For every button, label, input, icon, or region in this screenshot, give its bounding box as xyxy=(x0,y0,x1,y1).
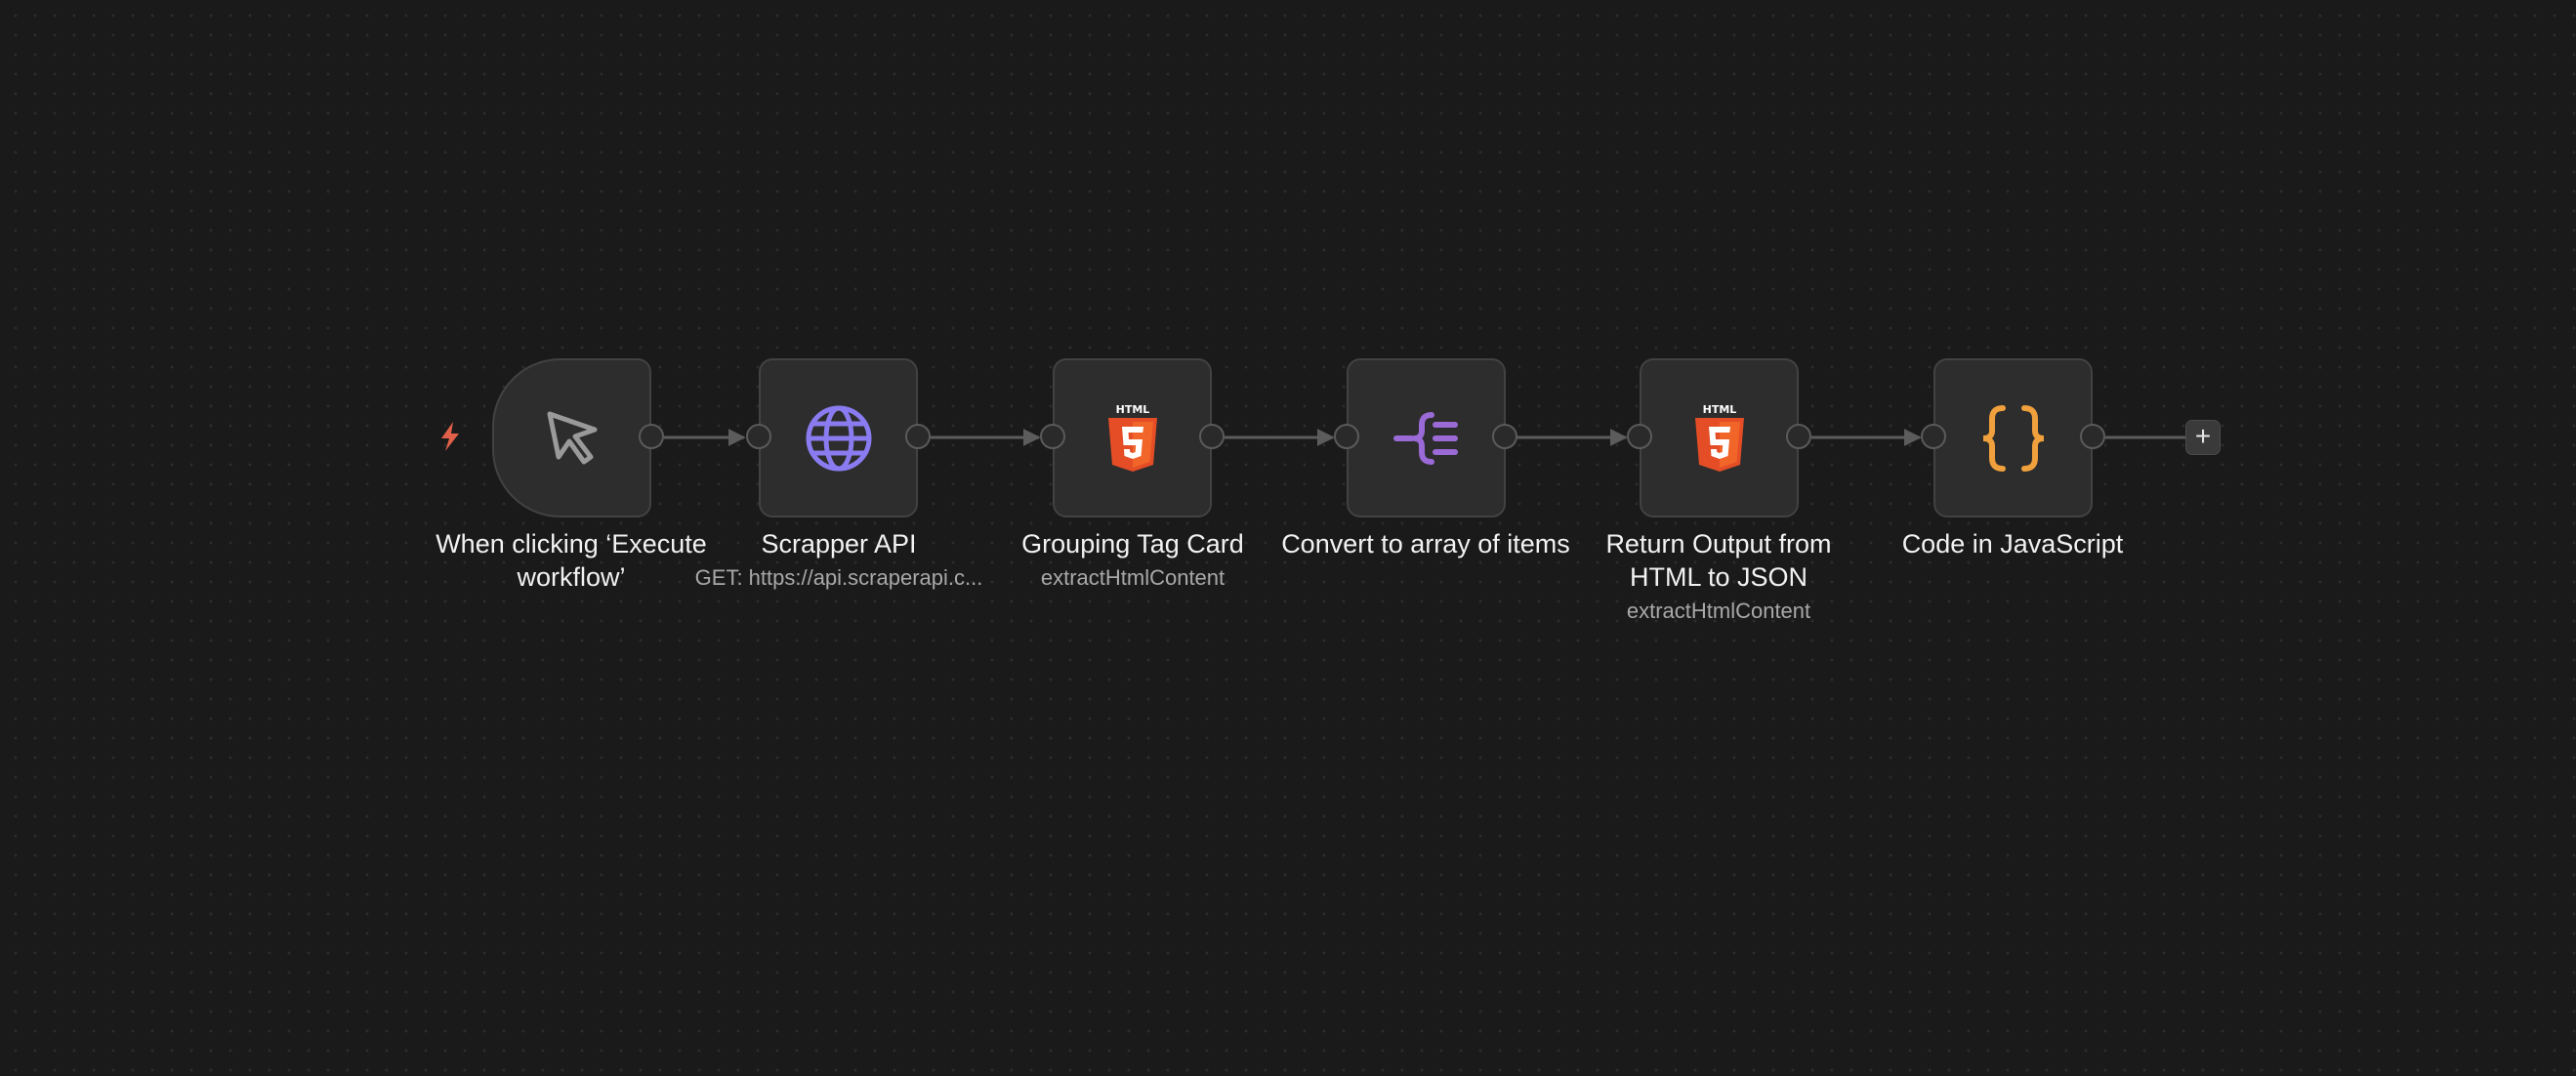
svg-text:HTML: HTML xyxy=(1702,403,1736,416)
node-code-javascript-label: Code in JavaScript xyxy=(1856,527,2169,560)
lightning-bolt-icon xyxy=(441,422,459,451)
node-grouping-tag-card-label: Grouping Tag Card extractHtmlContent xyxy=(976,527,1289,592)
node-convert-to-array-input-port[interactable] xyxy=(1334,424,1359,449)
svg-text:HTML: HTML xyxy=(1115,403,1149,416)
node-subtitle: extractHtmlContent xyxy=(1040,565,1226,590)
node-grouping-tag-card-input-port[interactable] xyxy=(1040,424,1065,449)
node-convert-to-array[interactable] xyxy=(1347,358,1506,517)
node-manual-trigger[interactable] xyxy=(492,358,651,517)
node-code-javascript[interactable] xyxy=(1933,358,2093,517)
node-scrapper-api-input-port[interactable] xyxy=(746,424,771,449)
node-title: Code in JavaScript xyxy=(1901,529,2124,559)
add-node-button[interactable]: + xyxy=(2185,420,2221,455)
braces-icon xyxy=(1982,404,2044,472)
node-return-output-html-json[interactable]: HTML xyxy=(1640,358,1799,517)
node-return-output-html-json-label: Return Output from HTML to JSON extractH… xyxy=(1562,527,1875,625)
node-title: Convert to array of items xyxy=(1281,529,1570,559)
node-manual-trigger-output-port[interactable] xyxy=(639,424,664,449)
node-return-output-html-json-input-port[interactable] xyxy=(1627,424,1652,449)
node-subtitle: GET: https://api.scraperapi.c... xyxy=(694,565,983,590)
split-out-icon xyxy=(1392,411,1458,465)
node-convert-to-array-output-port[interactable] xyxy=(1492,424,1517,449)
globe-icon xyxy=(806,405,871,471)
node-code-javascript-output-port[interactable] xyxy=(2080,424,2105,449)
node-title: Grouping Tag Card xyxy=(1021,529,1244,559)
node-scrapper-api[interactable] xyxy=(759,358,918,517)
node-grouping-tag-card[interactable]: HTML xyxy=(1053,358,1212,517)
node-title: Return Output from HTML to JSON xyxy=(1605,529,1832,592)
node-title: When clicking ‘Execute workflow’ xyxy=(436,529,707,592)
node-title: Scrapper API xyxy=(761,529,917,559)
node-return-output-html-json-output-port[interactable] xyxy=(1786,424,1811,449)
node-scrapper-api-output-port[interactable] xyxy=(905,424,931,449)
node-code-javascript-input-port[interactable] xyxy=(1921,424,1946,449)
cursor-icon xyxy=(547,411,597,464)
node-grouping-tag-card-output-port[interactable] xyxy=(1199,424,1225,449)
html5-icon: HTML xyxy=(1694,403,1744,472)
node-manual-trigger-label: When clicking ‘Execute workflow’ xyxy=(415,527,727,594)
node-subtitle: extractHtmlContent xyxy=(1626,599,1811,623)
html5-icon: HTML xyxy=(1107,403,1157,472)
node-scrapper-api-label: Scrapper API GET: https://api.scraperapi… xyxy=(683,527,995,592)
node-convert-to-array-label: Convert to array of items xyxy=(1269,527,1582,560)
workflow-canvas[interactable]: When clicking ‘Execute workflow’ Scrappe… xyxy=(0,0,2576,1076)
